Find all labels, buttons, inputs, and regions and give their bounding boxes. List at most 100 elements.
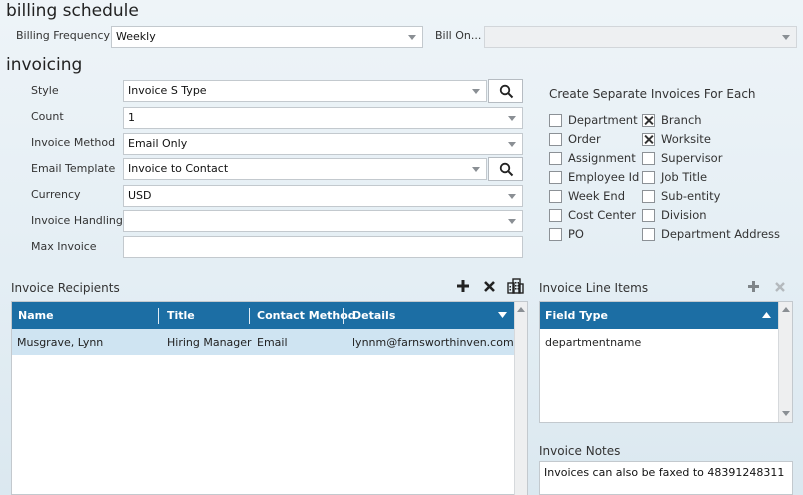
column-title[interactable]: Title: [167, 309, 195, 322]
email-template-select[interactable]: Invoice to Contact: [123, 158, 487, 180]
recipients-scrollbar[interactable]: [514, 302, 527, 495]
checkbox-label: Branch: [661, 113, 702, 127]
line-items-scrollbar[interactable]: [778, 302, 792, 422]
style-select[interactable]: Invoice S Type: [123, 80, 487, 102]
checkbox-row[interactable]: Job Title: [642, 169, 707, 185]
checkbox-row[interactable]: PO: [549, 226, 584, 242]
column-details[interactable]: Details: [352, 309, 395, 322]
add-recipient-button[interactable]: [456, 279, 470, 296]
recipient-contact-method: Email: [257, 336, 288, 349]
email-template-label: Email Template: [31, 162, 116, 175]
checkbox-row[interactable]: Supervisor: [642, 150, 722, 166]
list-item[interactable]: departmentname: [545, 336, 641, 349]
remove-recipient-button[interactable]: [483, 280, 496, 296]
column-field-type[interactable]: Field Type: [545, 309, 608, 322]
checkbox-label: Worksite: [661, 132, 711, 146]
chevron-down-icon: [782, 35, 790, 40]
invoicing-title: invoicing: [6, 55, 83, 75]
style-label: Style: [31, 84, 59, 97]
building-icon: [507, 278, 524, 294]
chevron-down-icon: [472, 167, 480, 172]
separate-invoices-title: Create Separate Invoices For Each: [549, 87, 756, 101]
count-label: Count: [31, 110, 64, 123]
invoice-line-items-title: Invoice Line Items: [539, 281, 649, 295]
scroll-up-icon[interactable]: [517, 307, 525, 312]
table-row[interactable]: Musgrave, Lynn Hiring Manager Email lynn…: [12, 329, 514, 355]
checkbox[interactable]: [642, 227, 655, 241]
max-invoice-label: Max Invoice: [31, 240, 97, 253]
chevron-down-icon: [472, 89, 480, 94]
checkbox[interactable]: [549, 151, 562, 165]
checkbox[interactable]: [549, 132, 562, 146]
style-value: Invoice S Type: [128, 84, 207, 97]
checkbox[interactable]: [642, 132, 655, 146]
checkbox[interactable]: [549, 208, 562, 222]
currency-select[interactable]: USD: [123, 185, 523, 207]
close-icon: [775, 282, 785, 292]
style-search-button[interactable]: [488, 79, 523, 103]
search-icon: [499, 162, 514, 177]
billing-frequency-label: Billing Frequency: [16, 29, 111, 42]
line-items-grid-header: Field Type: [540, 302, 778, 329]
checkbox-label: Cost Center: [568, 208, 636, 222]
invoice-notes-text: Invoices can also be faxed to 4839124831…: [544, 466, 785, 479]
checkbox[interactable]: [549, 189, 562, 203]
count-select[interactable]: 1: [123, 107, 523, 129]
checkbox-row[interactable]: Week End: [549, 188, 625, 204]
column-separator: [343, 308, 344, 324]
close-icon: [484, 281, 495, 292]
invoice-method-value: Email Only: [128, 137, 188, 150]
checkbox[interactable]: [549, 113, 562, 127]
checkbox-label: Division: [661, 208, 707, 222]
add-line-item-button[interactable]: [747, 280, 760, 296]
checkbox-row[interactable]: Division: [642, 207, 707, 223]
invoice-method-select[interactable]: Email Only: [123, 133, 523, 155]
checkbox[interactable]: [642, 113, 655, 127]
checkbox[interactable]: [642, 208, 655, 222]
billing-frequency-select[interactable]: Weekly: [111, 26, 423, 48]
column-contact-method[interactable]: Contact Method: [257, 309, 356, 322]
billing-schedule-title: billing schedule: [6, 1, 139, 21]
scroll-up-icon[interactable]: [782, 307, 790, 312]
checkbox-row[interactable]: Cost Center: [549, 207, 636, 223]
remove-line-item-button[interactable]: [774, 281, 786, 296]
checkbox-row[interactable]: Worksite: [642, 131, 711, 147]
checkbox-label: Week End: [568, 189, 626, 203]
max-invoice-input[interactable]: [123, 236, 523, 258]
bill-on-select[interactable]: [484, 26, 797, 48]
checkbox-row[interactable]: Employee Id: [549, 169, 639, 185]
checkbox-row[interactable]: Department Address: [642, 226, 780, 242]
sort-desc-icon[interactable]: [498, 312, 507, 318]
column-separator: [249, 308, 250, 324]
sort-asc-icon[interactable]: [762, 312, 771, 318]
checkbox-row[interactable]: Assignment: [549, 150, 636, 166]
checkbox-label: PO: [568, 227, 584, 241]
checkbox-label: Employee Id: [568, 170, 640, 184]
checkbox-label: Sub-entity: [661, 189, 721, 203]
chevron-down-icon: [508, 116, 516, 121]
invoice-handling-select[interactable]: [123, 210, 523, 232]
checkbox-row[interactable]: Sub-entity: [642, 188, 720, 204]
invoice-recipients-title: Invoice Recipients: [11, 281, 120, 295]
scroll-down-icon[interactable]: [782, 411, 790, 416]
building-contacts-button[interactable]: [507, 278, 524, 297]
column-name[interactable]: Name: [18, 309, 54, 322]
recipient-name: Musgrave, Lynn: [17, 336, 104, 349]
checkbox[interactable]: [549, 170, 562, 184]
chevron-down-icon: [508, 142, 516, 147]
email-template-search-button[interactable]: [488, 157, 523, 181]
count-value: 1: [128, 111, 135, 124]
checkbox[interactable]: [642, 170, 655, 184]
chevron-down-icon: [508, 219, 516, 224]
checkbox-row[interactable]: Branch: [642, 112, 702, 128]
checkbox-row[interactable]: Department: [549, 112, 638, 128]
bill-on-label: Bill On...: [435, 29, 482, 42]
checkbox[interactable]: [642, 189, 655, 203]
checkbox[interactable]: [549, 227, 562, 241]
invoice-notes-textarea[interactable]: Invoices can also be faxed to 4839124831…: [539, 461, 793, 495]
checkbox-row[interactable]: Order: [549, 131, 601, 147]
checkbox-label: Order: [568, 132, 601, 146]
checkbox[interactable]: [642, 151, 655, 165]
invoice-method-label: Invoice Method: [31, 136, 116, 149]
checkbox-label: Supervisor: [661, 151, 723, 165]
